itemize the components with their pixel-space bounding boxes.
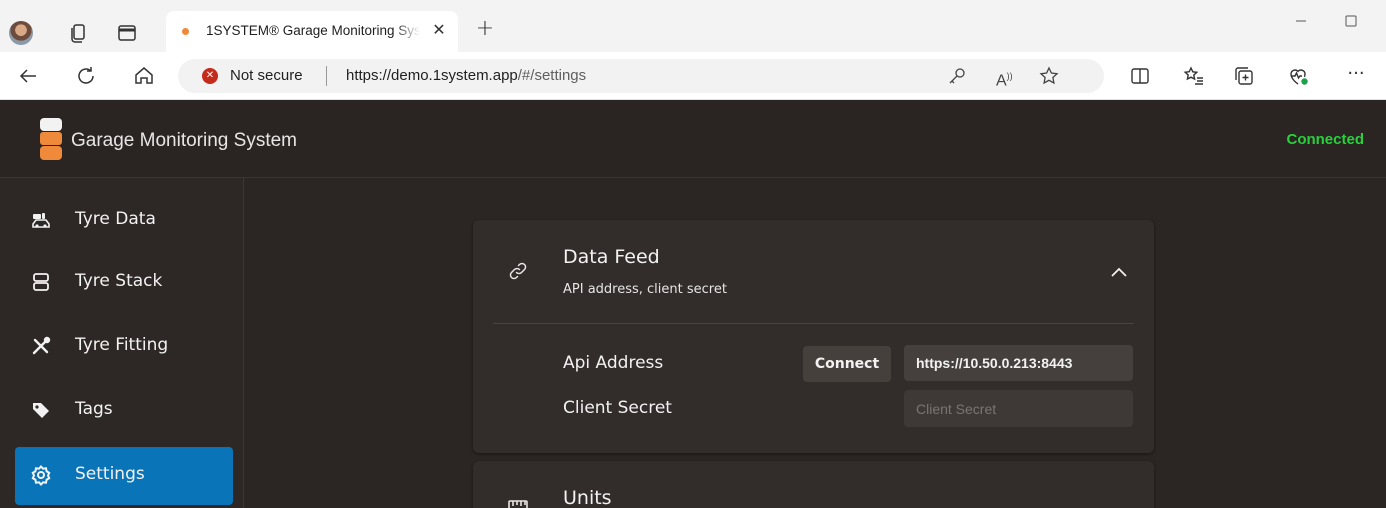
favorite-star-icon[interactable] [1038,65,1060,87]
new-tab-icon[interactable]: + [474,18,496,40]
units-card: Units [473,461,1154,508]
tyre-data-icon [30,209,52,231]
close-tab-icon[interactable]: ✕ [429,20,449,40]
client-secret-input[interactable] [904,390,1133,427]
split-screen-icon[interactable] [1128,64,1152,88]
minimize-icon[interactable] [1290,10,1312,32]
home-icon[interactable] [132,64,156,88]
sidebar-item-label: Tyre Stack [75,271,163,291]
link-icon [507,260,529,282]
stack-icon [30,271,52,293]
collapse-chevron-icon[interactable] [1108,262,1130,284]
card-divider [493,323,1134,324]
data-feed-title: Data Feed [563,246,660,268]
app-header: Garage Monitoring System Connected [0,100,1386,178]
sidebar-item-label: Tyre Fitting [75,335,169,355]
app-root: Garage Monitoring System Connected Tyre … [0,100,1386,508]
tab-actions-icon[interactable] [116,22,138,44]
tag-icon [30,399,52,421]
api-address-label: Api Address [563,353,664,373]
data-feed-card: Data Feed API address, client secret Api… [473,220,1154,453]
tools-icon [30,335,52,357]
sidebar-item-tyre-fitting[interactable]: Tyre Fitting [15,318,233,376]
collections-icon[interactable] [1232,64,1256,88]
url-path: /#/settings [517,67,587,84]
api-address-input[interactable] [904,345,1133,381]
sidebar: Tyre Data Tyre Stack Tyre Fitting Tags S… [0,178,244,508]
browser-tab-active[interactable]: 1SYSTEM® Garage Monitoring System ✕ [166,11,458,52]
more-options-icon[interactable]: ··· [1344,64,1368,88]
sidebar-item-label: Settings [75,464,145,484]
not-secure-icon[interactable]: ✕ [202,68,218,84]
connect-button[interactable]: Connect [803,346,891,382]
refresh-icon[interactable] [74,64,98,88]
back-icon[interactable] [16,64,40,88]
app-logo-icon [40,118,62,160]
favicon-icon [182,28,189,35]
connection-status: Connected [1286,131,1364,148]
favorites-icon[interactable] [1182,64,1206,88]
sidebar-item-label: Tyre Data [75,209,156,229]
maximize-icon[interactable] [1340,10,1362,32]
client-secret-label: Client Secret [563,398,672,418]
gear-icon [30,464,52,486]
tab-title: 1SYSTEM® Garage Monitoring System [206,23,420,38]
browser-tab-bar: 1SYSTEM® Garage Monitoring System ✕ + [0,0,1386,52]
security-label[interactable]: Not secure [230,67,303,84]
url-bar[interactable]: ✕ Not secure https://demo.1system.app/#/… [178,59,1104,93]
data-feed-subtitle: API address, client secret [563,282,727,297]
omnibox-divider [326,66,327,86]
app-title: Garage Monitoring System [71,130,297,151]
key-icon[interactable] [946,65,968,87]
browser-address-bar: ✕ Not secure https://demo.1system.app/#/… [0,52,1386,100]
sidebar-item-tyre-data[interactable]: Tyre Data [15,192,233,250]
sidebar-item-tags[interactable]: Tags [15,382,233,440]
sidebar-item-settings[interactable]: Settings [15,447,233,505]
url-host: https://demo.1system.app [346,67,518,84]
units-title: Units [563,487,612,508]
settings-content: Data Feed API address, client secret Api… [245,178,1386,508]
workspaces-icon[interactable] [67,22,89,44]
browser-essentials-icon[interactable] [1286,64,1310,88]
read-aloud-icon[interactable]: A)) [996,65,1018,89]
profile-avatar[interactable] [9,21,33,45]
sidebar-item-tyre-stack[interactable]: Tyre Stack [15,254,233,312]
ruler-icon [507,497,529,508]
url-text[interactable]: https://demo.1system.app/#/settings [346,67,586,84]
sidebar-item-label: Tags [75,399,113,419]
